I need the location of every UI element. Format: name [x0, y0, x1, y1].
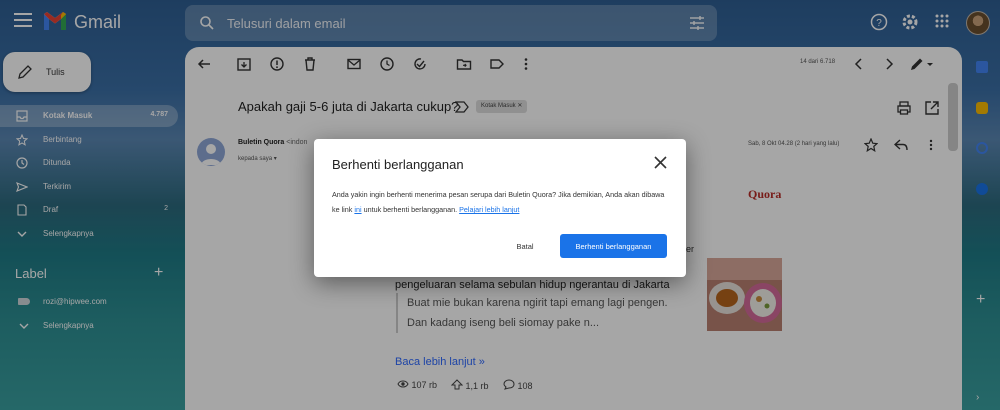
learn-more-link[interactable]: Pelajari lebih lanjut: [459, 205, 519, 214]
unsubscribe-dialog: Berhenti berlangganan Anda yakin ingin b…: [314, 139, 686, 277]
dialog-message: Anda yakin ingin berhenti menerima pesan…: [332, 187, 672, 217]
dialog-text: untuk berhenti berlangganan.: [361, 205, 460, 214]
cancel-button[interactable]: Batal: [507, 234, 543, 258]
unsubscribe-link[interactable]: ini: [354, 205, 361, 214]
close-icon[interactable]: [654, 156, 667, 169]
dialog-title: Berhenti berlangganan: [332, 157, 464, 172]
unsubscribe-button[interactable]: Berhenti berlangganan: [560, 234, 667, 258]
